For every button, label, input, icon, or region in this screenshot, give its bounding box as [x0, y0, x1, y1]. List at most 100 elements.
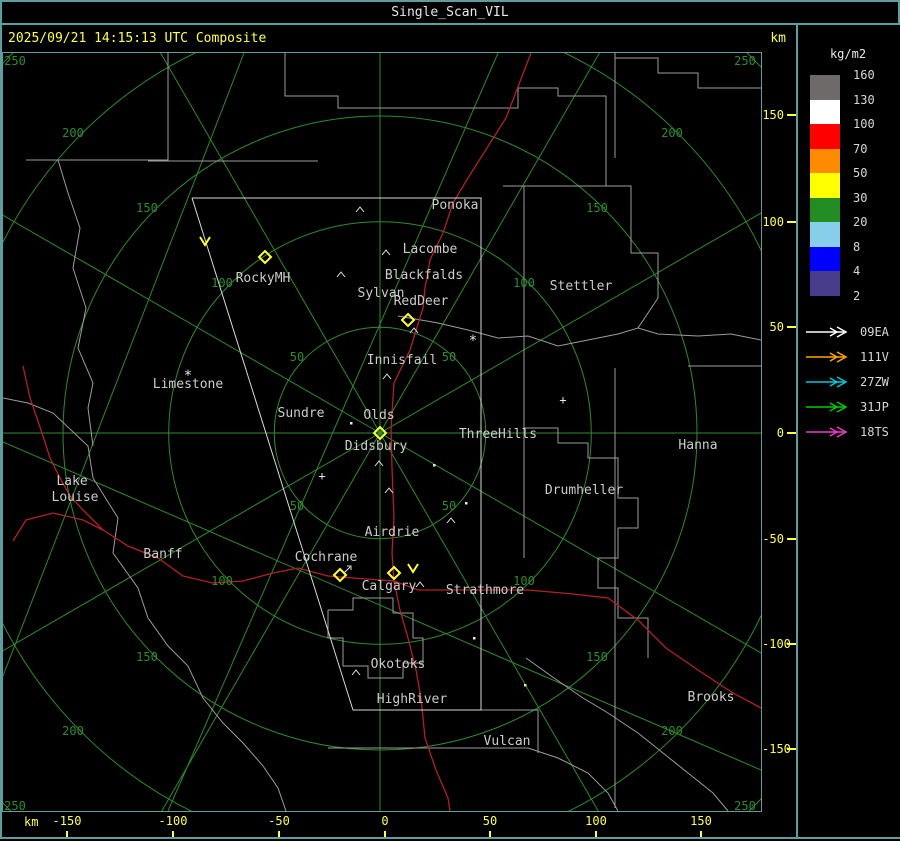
x-axis: km -150 -100 -50 0 50 100 150 — [2, 812, 796, 837]
legend-value: 70 — [853, 141, 868, 156]
legend-value: 20 — [853, 215, 868, 229]
asterisk-marker: * — [469, 333, 477, 349]
city-label: Olds — [363, 408, 394, 423]
radar-app-window: Single_Scan_VIL 2025/09/21 14:15:13 UTC … — [0, 0, 900, 841]
city-label: Brooks — [688, 690, 735, 705]
city-label: Cochrane — [295, 550, 358, 565]
legend-value: 130 — [853, 92, 875, 107]
x-axis-label: -50 — [268, 814, 290, 828]
city-label: Innisfail — [367, 353, 437, 368]
y-axis-tick — [787, 114, 796, 116]
x-axis-tick — [278, 831, 280, 837]
city-label: RockyMH — [236, 271, 291, 286]
legend-swatch — [810, 75, 840, 100]
x-axis-label: -100 — [158, 814, 188, 828]
legend-value: 100 — [853, 117, 875, 131]
ring-distance-label: 250 — [734, 799, 756, 811]
y-axis-label: 0 — [776, 426, 784, 440]
track-arrow-icon — [806, 325, 848, 338]
legend-value: 2 — [853, 288, 861, 303]
track-arrow-icon — [806, 350, 848, 363]
dot-marker — [350, 422, 353, 425]
ring-distance-label: 50 — [442, 350, 456, 364]
legend-swatch — [810, 148, 840, 174]
window-title: Single_Scan_VIL — [0, 0, 900, 25]
city-label: Louise — [52, 490, 99, 505]
dot-marker — [433, 464, 436, 467]
track-arrow-icon — [806, 375, 848, 388]
track-arrow-icon — [806, 400, 848, 413]
city-label: Drumheller — [545, 483, 623, 498]
legend-swatch — [810, 173, 840, 198]
ring-distance-label: 150 — [136, 201, 158, 215]
y-axis-tick — [787, 221, 796, 223]
ring-distance-label: 50 — [290, 499, 304, 513]
ring-distance-label: 250 — [4, 799, 26, 811]
city-label: Blackfalds — [385, 268, 463, 283]
city-label: Stettler — [550, 279, 613, 294]
ring-distance-label: 200 — [62, 724, 84, 738]
track-legend-row: 31JP — [798, 394, 898, 419]
city-label: Didsbury — [345, 439, 408, 454]
x-axis-label: 0 — [381, 814, 389, 828]
legend-value: 4 — [853, 264, 861, 278]
track-legend-row: 111V — [798, 344, 898, 369]
legend-panel: kg/m2 160 130 100 70 50 30 20 8 4 2 09EA 111V 27ZW 3… — [798, 25, 898, 837]
y-axis-label: -150 — [762, 742, 791, 756]
legend-swatch — [810, 271, 840, 296]
track-id-label: 27ZW — [860, 374, 889, 389]
ring-distance-label: 150 — [136, 650, 158, 664]
y-axis-tick — [787, 538, 796, 540]
ring-distance-label: 100 — [211, 574, 233, 588]
ring-distance-label: 250 — [4, 54, 26, 68]
legend-value: 8 — [853, 239, 861, 254]
x-axis-tick — [700, 831, 702, 837]
city-label: ThreeHills — [459, 427, 537, 442]
main-content: 2025/09/21 14:15:13 UTC Composite km 50 5… — [0, 0, 900, 841]
y-axis-tick — [787, 326, 796, 328]
plus-marker: + — [318, 469, 325, 483]
legend-value: 160 — [853, 68, 875, 82]
y-axis-label: 150 — [762, 108, 784, 122]
ring-distance-label: 150 — [586, 201, 608, 215]
ring-distance-label: 50 — [442, 499, 456, 513]
city-label: Strathmore — [446, 583, 524, 598]
ring-distance-label: 250 — [734, 54, 756, 68]
ring-distance-label: 200 — [661, 126, 683, 140]
dot-marker — [473, 637, 476, 640]
y-axis-label: 50 — [769, 320, 784, 334]
y-axis: 150 100 50 0 -50 -100 -150 — [762, 52, 796, 812]
city-label: Airdrie — [365, 525, 420, 540]
y-axis-label: 100 — [762, 215, 784, 229]
track-legend-row: 27ZW — [798, 369, 898, 394]
legend-value: 30 — [853, 190, 868, 205]
scan-timestamp: 2025/09/21 14:15:13 UTC Composite — [8, 31, 267, 46]
ring-distance-label: 200 — [661, 724, 683, 738]
x-axis-label: -150 — [52, 814, 82, 828]
x-axis-tick — [384, 831, 386, 837]
city-label: Calgary — [362, 579, 417, 594]
storm-track-legend: 09EA 111V 27ZW 31JP 18TS — [798, 319, 898, 444]
dot-marker — [465, 502, 468, 505]
track-legend-row: 09EA — [798, 319, 898, 344]
track-id-label: 09EA — [860, 324, 889, 339]
legend-value: 50 — [853, 166, 868, 180]
ring-distance-label: 100 — [513, 276, 535, 290]
y-axis-tick — [787, 643, 796, 645]
y-axis-label: -100 — [762, 637, 791, 651]
dot-marker — [524, 684, 527, 687]
y-axis-tick — [787, 432, 796, 434]
track-arrow-icon — [806, 425, 848, 438]
city-label: Vulcan — [484, 734, 531, 749]
y-axis-tick — [787, 748, 796, 750]
city-label: Hanna — [678, 438, 717, 453]
ring-distance-label: 100 — [211, 276, 233, 290]
city-label: Lacombe — [403, 242, 458, 257]
info-bar: 2025/09/21 14:15:13 UTC Composite km — [2, 25, 796, 52]
ring-distance-label: 200 — [62, 126, 84, 140]
city-label: Limestone — [153, 377, 224, 392]
color-scale: 160 130 100 70 50 30 20 8 4 2 — [798, 68, 898, 307]
city-label: Lake — [56, 474, 87, 489]
legend-swatch — [810, 124, 840, 149]
city-label: Ponoka — [432, 198, 479, 213]
